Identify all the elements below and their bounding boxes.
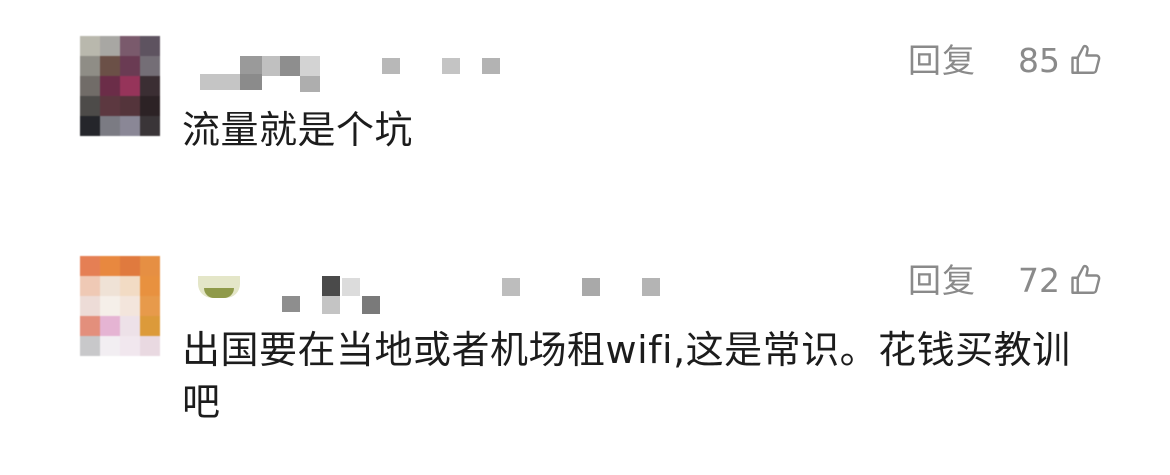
comment-text: 出国要在当地或者机场租wifi,这是常识。花钱买教训吧 bbox=[182, 328, 1071, 424]
comment-item: 回复 72 出国要在当地或者机场租wifi,这是常识。花钱买教训吧 bbox=[0, 0, 1170, 475]
thumbs-up-icon[interactable] bbox=[1068, 262, 1104, 298]
reply-button[interactable]: 回复 bbox=[908, 264, 976, 297]
comment-actions: 回复 72 bbox=[908, 262, 1104, 298]
like-count: 72 bbox=[1018, 260, 1060, 300]
username-redacted[interactable] bbox=[0, 0, 680, 320]
